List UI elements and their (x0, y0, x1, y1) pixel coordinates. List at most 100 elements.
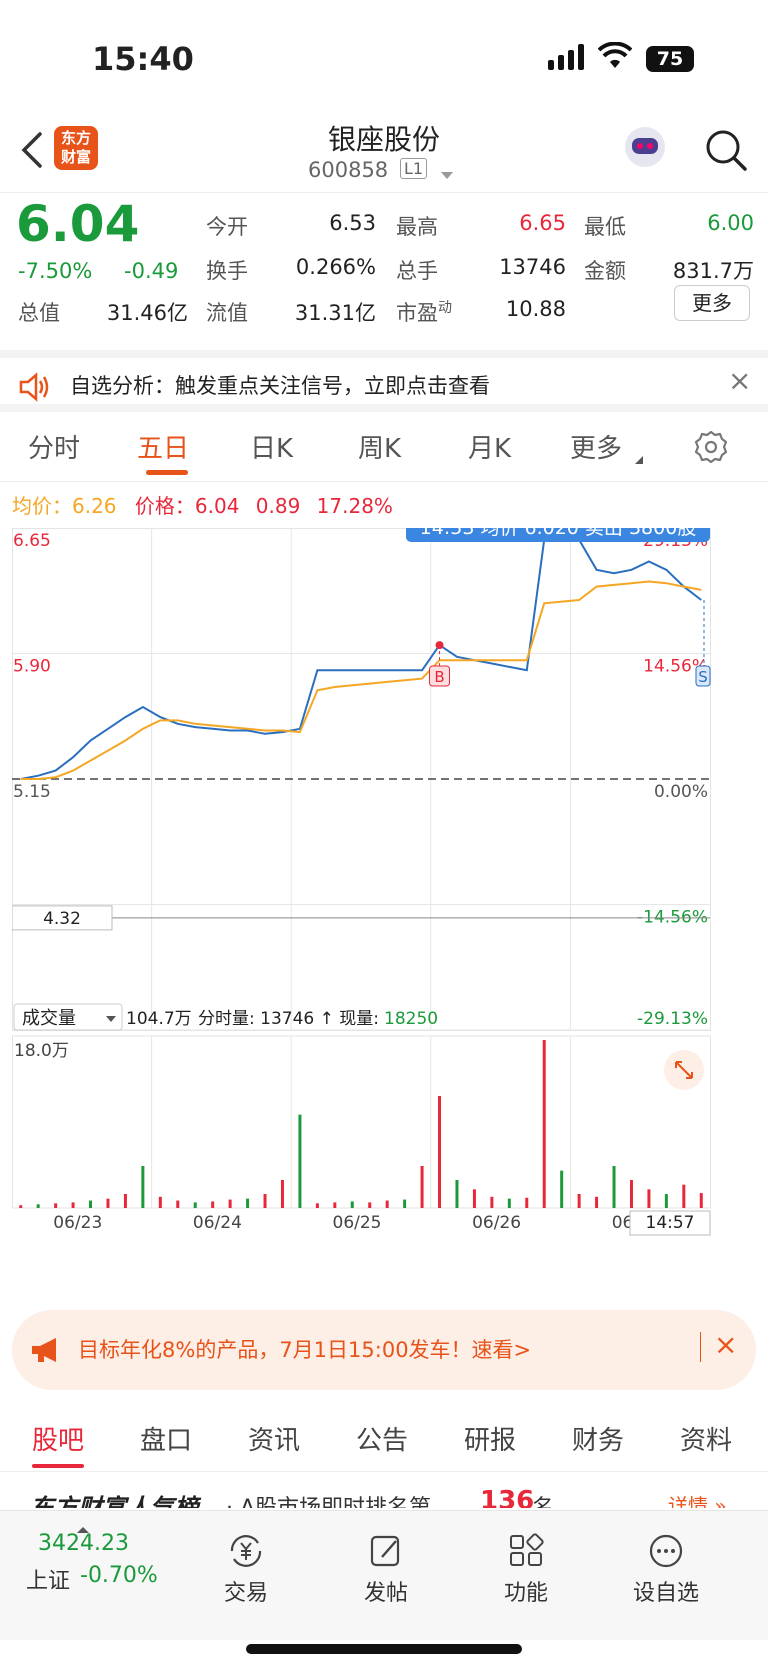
volume-bar (89, 1200, 93, 1208)
volume-detail: 分时量: 13746 ↑ 现量: (198, 1009, 379, 1029)
features-label: 功能 (503, 1581, 548, 1606)
volume-bar (263, 1194, 267, 1208)
index-name: 上证 (26, 1569, 71, 1594)
signal-icon (548, 44, 586, 72)
volume-bar (298, 1114, 302, 1208)
price-label: 价格： (134, 494, 195, 518)
crosshair-value: 4.32 (43, 909, 81, 929)
y-axis-label-left: 5.90 (13, 657, 51, 677)
tab-research[interactable]: 研报 (464, 1420, 516, 1457)
volume-bar (211, 1201, 215, 1208)
edit-icon (370, 1535, 400, 1567)
popularity-rank[interactable]: 东方财富人气榜 · A股市场即时排名第 136 名 详情 » (0, 1480, 768, 1508)
post-button[interactable]: 发帖 (336, 1533, 436, 1607)
tab-forum[interactable]: 股吧 (32, 1420, 84, 1457)
search-icon[interactable] (704, 128, 748, 176)
tab-orderbook[interactable]: 盘口 (140, 1420, 192, 1457)
index-value: 3424.23 (38, 1531, 129, 1556)
open-label: 今开 (206, 215, 248, 239)
volume-ymax-label: 18.0万 (14, 1041, 69, 1061)
nav-bar: 东方 财富 银座股份 600858 L1 (0, 110, 768, 192)
volume-bar (542, 1040, 546, 1208)
amount-value: 831.7万 (672, 259, 754, 283)
volume-bar (385, 1200, 389, 1208)
status-time: 15:40 (92, 40, 194, 78)
volume-bar (612, 1166, 616, 1208)
chart-info-line: 均价：6.26 价格：6.04 0.89 17.28% (12, 490, 393, 519)
volume-bar (507, 1198, 511, 1208)
volume-bar (490, 1196, 494, 1208)
sell-marker-label: S (698, 668, 708, 686)
y-axis-label-right: -29.13% (637, 1009, 708, 1029)
price-value: 6.04 (194, 494, 240, 518)
volume-bar (595, 1196, 599, 1208)
apps-icon (510, 1533, 544, 1566)
tab-daily-k[interactable]: 日K (250, 428, 293, 465)
trade-button[interactable]: 交易 (196, 1533, 296, 1607)
chat-dots-icon (649, 1534, 683, 1568)
tab-profile[interactable]: 资料 (680, 1420, 732, 1457)
turnover-label: 换手 (206, 259, 248, 283)
tab-intraday[interactable]: 分时 (28, 428, 80, 465)
trade-label: 交易 (223, 1581, 268, 1606)
low-label: 最低 (584, 215, 626, 239)
status-bar: 15:40 75 (0, 0, 768, 110)
features-button[interactable]: 功能 (476, 1533, 576, 1607)
volume-dropdown-label: 成交量 (22, 1008, 76, 1029)
volume-bar (472, 1189, 476, 1208)
volume-total: 104.7万 (126, 1009, 192, 1029)
avg-label: 均价： (12, 494, 72, 518)
time-cursor-label: 14:57 (646, 1213, 695, 1233)
market-cap-label: 总值 (18, 301, 60, 325)
rank-text: · A股市场即时排名第 (226, 1490, 431, 1508)
y-axis-label-left: 5.15 (13, 782, 51, 802)
more-quote-button[interactable]: 更多 (674, 285, 750, 321)
settings-gear-icon[interactable] (694, 430, 728, 468)
volume-bar (699, 1193, 703, 1208)
volume-bar (158, 1196, 162, 1208)
low-value: 6.00 (707, 211, 754, 235)
level-badge[interactable]: L1 (400, 158, 428, 179)
index-change: -0.70% (80, 1563, 158, 1588)
promo-divider (700, 1332, 701, 1362)
pct-value: 17.28% (316, 494, 393, 518)
chevron-down-icon[interactable] (440, 166, 454, 185)
tab-weekly-k[interactable]: 周K (358, 428, 401, 465)
volume-bar (106, 1198, 110, 1208)
info-tabs: 股吧 盘口 资讯 公告 研报 财务 资料 (0, 1402, 768, 1472)
analysis-banner[interactable]: 自选分析：触发重点关注信号，立即点击查看 × (0, 350, 768, 412)
volume-bar (315, 1203, 319, 1208)
tab-news[interactable]: 资讯 (248, 1420, 300, 1457)
tab-monthly-k[interactable]: 月K (468, 428, 511, 465)
tab-finance[interactable]: 财务 (572, 1420, 624, 1457)
robot-assistant-icon[interactable] (622, 124, 668, 174)
promo-text: 目标年化8%的产品，7月1日15:00发车！速看> (78, 1338, 532, 1362)
y-axis-label-right: 0.00% (654, 782, 708, 802)
promo-banner[interactable]: 目标年化8%的产品，7月1日15:00发车！速看> × (12, 1310, 756, 1390)
promo-close-icon[interactable]: × (714, 1328, 737, 1361)
tab-announcements[interactable]: 公告 (356, 1420, 408, 1457)
caret-icon (634, 450, 644, 469)
change-amount: -0.49 (124, 259, 179, 283)
chart-svg[interactable]: 6.6529.13%5.9014.56%5.150.00%4.40-14.56%… (11, 514, 756, 1288)
open-value: 6.53 (329, 211, 376, 235)
tab-five-day[interactable]: 五日 (137, 428, 189, 465)
five-day-chart[interactable]: 6.6529.13%5.9014.56%5.150.00%4.40-14.56%… (11, 514, 756, 1288)
x-axis-label: 06/25 (333, 1213, 382, 1233)
volume-bar (141, 1166, 145, 1208)
tab-more[interactable]: 更多 (570, 428, 622, 465)
rank-detail-link[interactable]: 详情 » (668, 1490, 727, 1508)
close-icon[interactable]: × (728, 364, 751, 397)
float-cap-value: 31.31亿 (294, 301, 376, 325)
yuan-swap-icon (230, 1535, 262, 1567)
bottom-dock: 3424.23 上证 -0.70% 交易 发帖 功能 设自选 (0, 1510, 768, 1640)
volume-bar (54, 1203, 58, 1208)
volume-bar (350, 1201, 354, 1208)
add-watchlist-button[interactable]: 设自选 (616, 1533, 716, 1607)
volume-bar (560, 1170, 564, 1208)
volume-bar (455, 1180, 459, 1208)
chg-value: 0.89 (255, 494, 301, 518)
turnover-value: 0.266% (295, 255, 376, 279)
high-label: 最高 (396, 215, 438, 239)
index-widget[interactable]: 3424.23 上证 -0.70% (22, 1519, 172, 1599)
